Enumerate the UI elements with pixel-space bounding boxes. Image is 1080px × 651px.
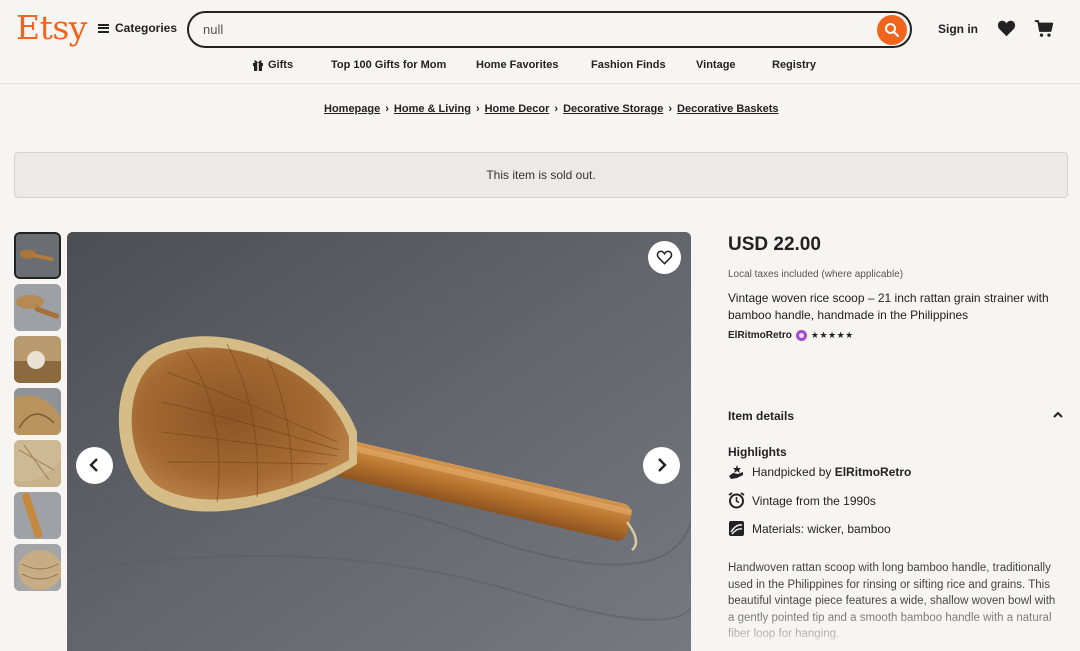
cart-icon[interactable]	[1034, 19, 1054, 38]
categories-label: Categories	[115, 21, 178, 35]
search-icon	[885, 23, 900, 38]
material-icon	[729, 521, 744, 536]
breadcrumb-decorative-baskets[interactable]: Decorative Baskets	[677, 103, 779, 115]
thumbnail-7[interactable]	[14, 544, 61, 591]
nav-gifts[interactable]: Gifts	[268, 59, 293, 71]
highlight-handpicked: Handpicked by ElRitmoRetro	[728, 464, 911, 480]
handpicked-shop-link[interactable]: ElRitmoRetro	[835, 465, 912, 479]
chevron-up-icon[interactable]	[1053, 411, 1063, 419]
nav-vintage[interactable]: Vintage	[696, 59, 736, 71]
next-image-button[interactable]	[643, 447, 680, 484]
favorite-button[interactable]	[648, 241, 681, 274]
tax-note: Local taxes included (where applicable)	[728, 269, 904, 280]
chevron-right-icon: ›	[475, 103, 480, 115]
star-seller-icon	[795, 330, 807, 341]
previous-image-button[interactable]	[76, 447, 113, 484]
search-input[interactable]: null	[203, 22, 223, 37]
highlight-vintage: Vintage from the 1990s	[728, 492, 876, 509]
vintage-text: Vintage from the 1990s	[752, 493, 876, 508]
categories-button[interactable]: Categories	[98, 21, 177, 35]
nav-registry[interactable]: Registry	[772, 59, 816, 71]
nav-home-favorites[interactable]: Home Favorites	[476, 59, 559, 71]
item-details-toggle[interactable]: Item details	[728, 409, 794, 423]
description-fade	[720, 600, 1080, 651]
chevron-left-icon	[89, 458, 98, 472]
sign-in-link[interactable]: Sign in	[938, 22, 978, 36]
site-header: Etsy Categories null Sign in Gifts Top 1…	[0, 0, 1080, 84]
thumbnail-6[interactable]	[14, 492, 61, 539]
nav-top-100-gifts[interactable]: Top 100 Gifts for Mom	[331, 59, 446, 71]
chevron-right-icon: ›	[554, 103, 559, 115]
handpicked-prefix: Handpicked by	[752, 465, 835, 479]
chevron-right-icon: ›	[668, 103, 673, 115]
highlights-heading: Highlights	[728, 445, 787, 459]
breadcrumb-home-decor[interactable]: Home Decor	[485, 103, 550, 115]
hand-icon	[729, 465, 743, 479]
thumbnail-5[interactable]	[14, 440, 61, 487]
heart-icon[interactable]	[997, 20, 1016, 37]
thumbnail-3[interactable]	[14, 336, 61, 383]
highlight-materials: Materials: wicker, bamboo	[728, 520, 891, 537]
breadcrumb-home-living[interactable]: Home & Living	[394, 103, 471, 115]
price: USD 22.00	[728, 234, 821, 255]
materials-text: Materials: wicker, bamboo	[752, 521, 891, 536]
sold-out-banner: This item is sold out.	[14, 152, 1068, 198]
breadcrumb-homepage[interactable]: Homepage	[324, 103, 380, 115]
thumbnail-4[interactable]	[14, 388, 61, 435]
thumbnail-2[interactable]	[14, 284, 61, 331]
category-nav: Gifts Top 100 Gifts for Mom Home Favorit…	[0, 59, 1080, 73]
thumbnail-1[interactable]	[14, 232, 61, 279]
heart-outline-icon	[656, 250, 673, 265]
hamburger-icon	[98, 23, 109, 33]
chevron-right-icon	[658, 458, 667, 472]
shop-row: ElRitmoRetro ★★★★★	[728, 330, 854, 341]
listing-title: Vintage woven rice scoop – 21 inch ratta…	[728, 291, 1049, 322]
breadcrumb-decorative-storage[interactable]: Decorative Storage	[563, 103, 663, 115]
search-button[interactable]	[877, 15, 907, 45]
chevron-right-icon: ›	[385, 103, 389, 115]
search-bar[interactable]: null	[187, 11, 912, 48]
clock-icon	[728, 492, 745, 509]
shop-name-link[interactable]: ElRitmoRetro	[728, 330, 792, 341]
nav-fashion-finds[interactable]: Fashion Finds	[591, 59, 666, 71]
breadcrumb: Homepage › Home & Living › Home Decor › …	[324, 103, 779, 115]
etsy-logo[interactable]: Etsy	[16, 8, 87, 47]
rating-stars[interactable]: ★★★★★	[811, 330, 854, 341]
product-main-image[interactable]	[67, 232, 691, 651]
